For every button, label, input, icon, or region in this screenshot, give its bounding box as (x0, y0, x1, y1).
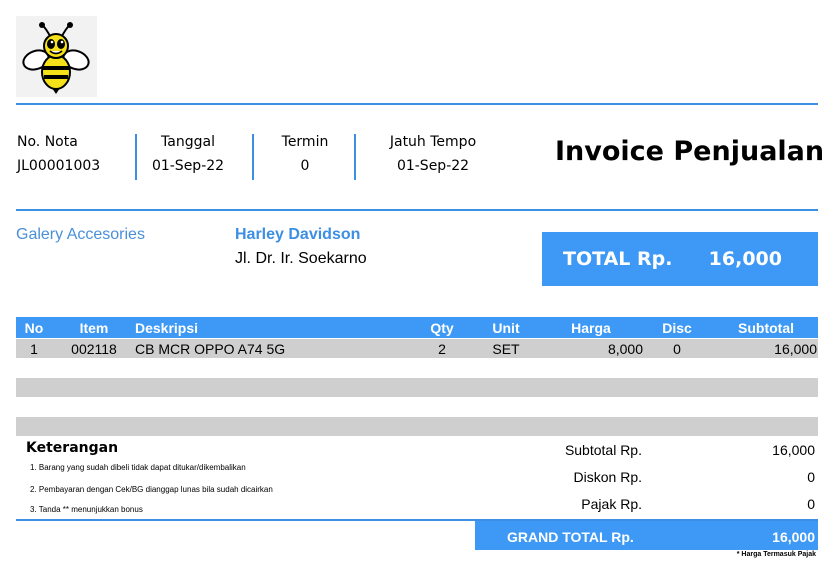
meta-separator (135, 134, 137, 180)
pajak-value: 0 (807, 496, 815, 512)
row-item: 002118 (71, 341, 117, 357)
table-row-empty (16, 417, 818, 436)
meta-tanggal: Tanggal 01-Sep-22 (148, 134, 228, 174)
meta-label: No. Nota (17, 134, 78, 150)
header-no: No (24, 320, 44, 336)
meta-separator (354, 134, 356, 180)
header-desc: Deskripsi (135, 320, 199, 336)
row-harga: 8,000 (607, 341, 643, 357)
meta-value: JL00001003 (17, 158, 101, 174)
grand-total-value: 16,000 (772, 529, 815, 545)
meta-termin: Termin 0 (270, 134, 340, 174)
total-box: TOTAL Rp. 16,000 (542, 232, 818, 286)
header-divider (16, 103, 818, 105)
customer-address: Jl. Dr. Ir. Soekarno (235, 250, 367, 267)
header-harga: Harga (571, 320, 611, 336)
total-label: TOTAL Rp. (563, 248, 673, 270)
invoice-title: Invoice Penjualan (555, 136, 825, 167)
meta-label: Jatuh Tempo (389, 134, 477, 150)
header-subtotal: Subtotal (738, 320, 794, 336)
diskon-label: Diskon Rp. (573, 469, 642, 485)
subtotal-label: Subtotal Rp. (564, 442, 642, 458)
company-logo (16, 16, 97, 97)
grand-total-box: GRAND TOTAL Rp. 16,000 (475, 521, 818, 550)
grand-total-label: GRAND TOTAL Rp. (507, 529, 634, 545)
table-row: 1 002118 CB MCR OPPO A74 5G 2 SET 8,000 … (16, 339, 818, 358)
total-value: 16,000 (708, 248, 782, 270)
pajak-label: Pajak Rp. (581, 496, 642, 512)
row-disc: 0 (673, 341, 681, 357)
subtotal-value: 16,000 (772, 442, 815, 458)
customer-name: Harley Davidson (235, 226, 361, 243)
header-disc: Disc (662, 320, 692, 336)
tax-footnote: * Harga Termasuk Pajak (736, 551, 816, 558)
note-item: 2. Pembayaran dengan Cek/BG dianggap lun… (30, 485, 273, 494)
row-unit: SET (492, 341, 520, 357)
notes-title: Keterangan (26, 440, 119, 456)
row-qty: 2 (438, 341, 446, 357)
row-no: 1 (30, 341, 38, 357)
meta-value: 01-Sep-22 (396, 158, 470, 174)
meta-label: Termin (281, 134, 329, 150)
table-row-empty (16, 378, 818, 397)
meta-separator (252, 134, 254, 180)
meta-divider (16, 209, 818, 211)
note-item: 1. Barang yang sudah dibeli tidak dapat … (30, 463, 246, 472)
meta-jatuh-tempo: Jatuh Tempo 01-Sep-22 (378, 134, 488, 174)
meta-value: 0 (300, 158, 310, 174)
note-item: 3. Tanda ** menunjukkan bonus (30, 505, 143, 514)
diskon-value: 0 (807, 469, 815, 485)
row-subtotal: 16,000 (774, 341, 817, 357)
header-item: Item (79, 320, 109, 336)
items-table-header: No Item Deskripsi Qty Unit Harga Disc Su… (16, 317, 818, 338)
meta-no-nota: No. Nota JL00001003 (17, 134, 100, 174)
seller-name: Galery Accesories (16, 226, 145, 243)
meta-label: Tanggal (161, 134, 215, 150)
header-qty: Qty (430, 320, 454, 336)
header-unit: Unit (492, 320, 520, 336)
bee-logo-icon (22, 22, 90, 94)
meta-value: 01-Sep-22 (151, 158, 225, 174)
row-desc: CB MCR OPPO A74 5G (135, 341, 286, 357)
